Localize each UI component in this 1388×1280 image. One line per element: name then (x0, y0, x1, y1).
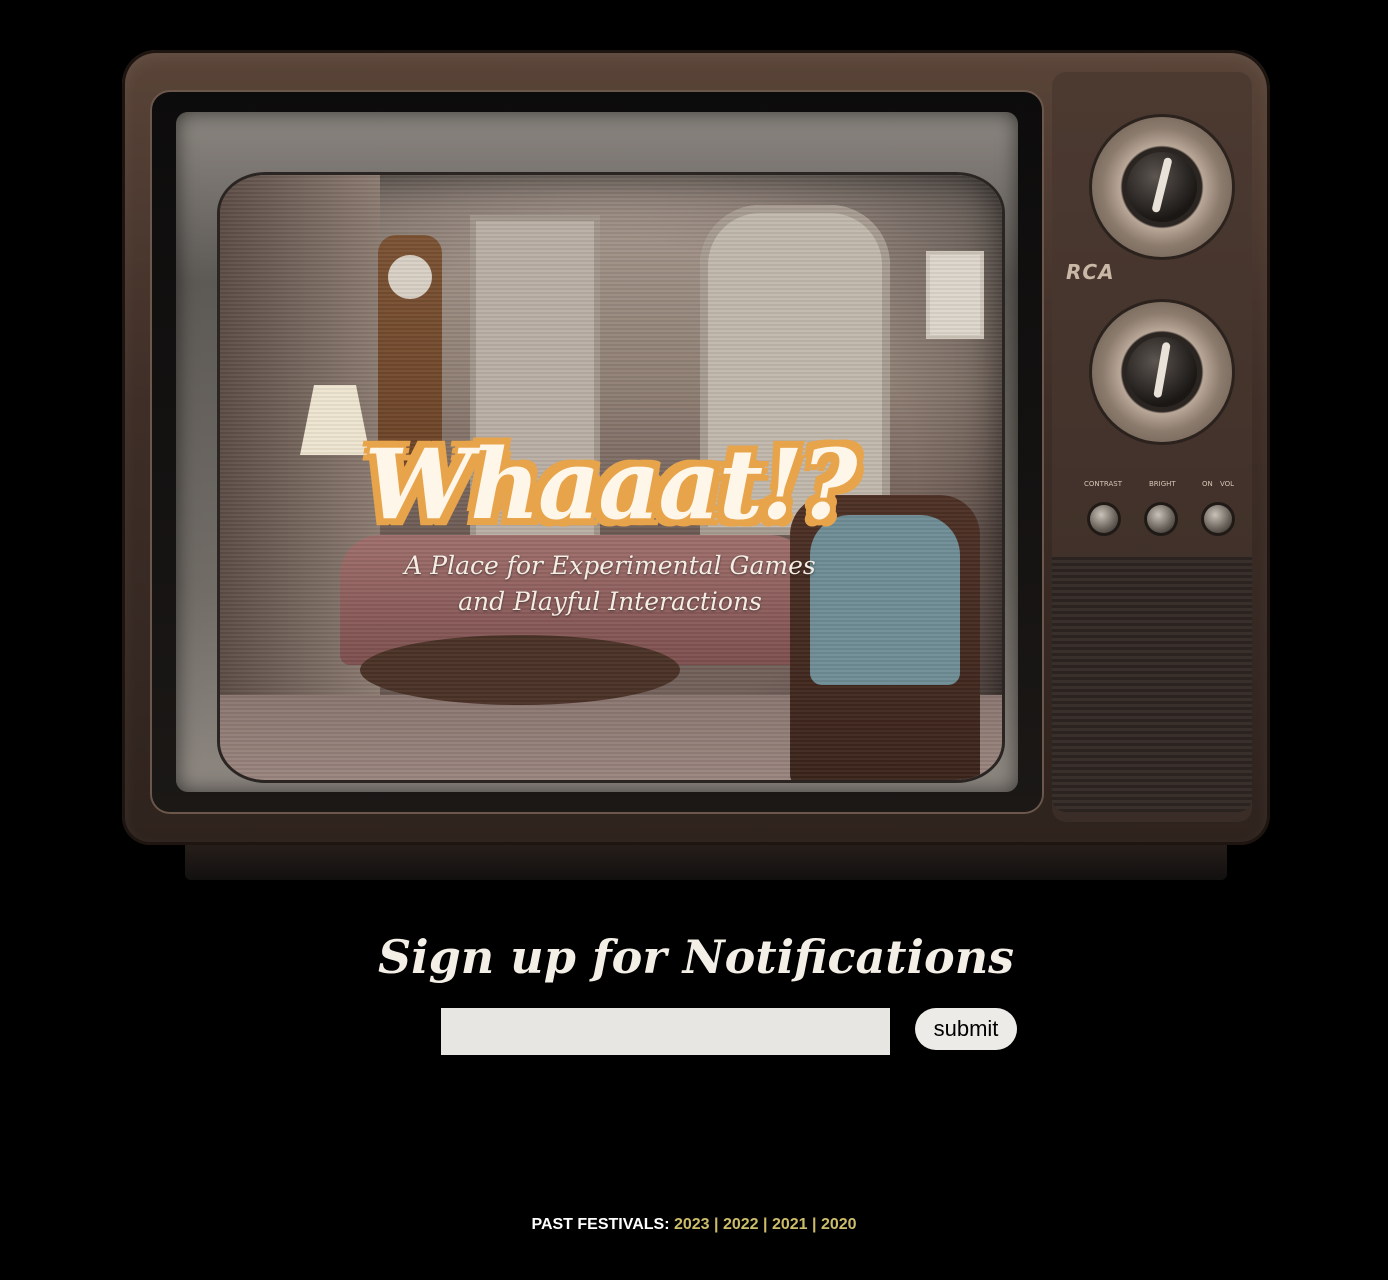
volume-knob (1204, 505, 1232, 533)
retro-tv-illustration: Whaaat!? A Place for Experimental Games … (122, 50, 1270, 845)
past-festivals-footer: PAST FESTIVALS: 2023 | 2022 | 2021 | 202… (0, 1216, 1388, 1234)
bright-label: BRIGHT (1149, 480, 1176, 488)
link-separator: | (763, 1216, 768, 1233)
festival-link-2022[interactable]: 2022 (723, 1216, 759, 1233)
channel-dial-upper (1092, 117, 1232, 257)
tagline: A Place for Experimental Games and Playf… (330, 548, 890, 620)
tagline-line-1: A Place for Experimental Games (404, 551, 816, 580)
vol-label: VOL (1220, 480, 1235, 488)
festival-link-2021[interactable]: 2021 (772, 1216, 808, 1233)
page: Whaaat!? A Place for Experimental Games … (0, 0, 1388, 1280)
tv-control-panel: RCA CONTRAST BRIGHT ON VOL (1052, 72, 1252, 822)
past-festivals-label: PAST FESTIVALS: (531, 1216, 670, 1233)
signup-heading: Sign up for Notifications (377, 930, 1015, 984)
festival-link-2020[interactable]: 2020 (821, 1216, 857, 1233)
submit-button[interactable]: submit (915, 1008, 1017, 1050)
channel-dial-lower (1092, 302, 1232, 442)
on-label: ON (1202, 480, 1213, 488)
bright-knob (1147, 505, 1175, 533)
contrast-label: CONTRAST (1084, 480, 1122, 488)
tv-screen: Whaaat!? A Place for Experimental Games … (220, 175, 1002, 780)
tv-brand-logo: RCA (1066, 260, 1115, 284)
logo-text: Whaaat!? (364, 428, 858, 541)
contrast-knob (1090, 505, 1118, 533)
link-separator: | (714, 1216, 719, 1233)
site-logo: Whaaat!? (330, 425, 890, 545)
link-separator: | (812, 1216, 817, 1233)
speaker-grille (1052, 557, 1252, 812)
festival-link-2023[interactable]: 2023 (674, 1216, 710, 1233)
email-input[interactable] (441, 1008, 890, 1055)
tagline-line-2: and Playful Interactions (458, 587, 762, 616)
